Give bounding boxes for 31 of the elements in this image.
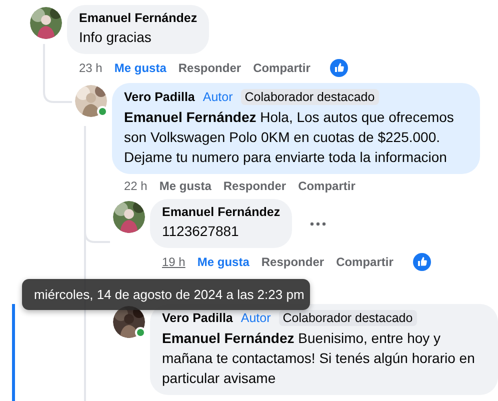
online-dot [135,327,146,338]
contributor-badge: Colaborador destacado [240,89,379,105]
comment-time[interactable]: 22 h [124,179,148,193]
author-name[interactable]: Vero Padilla [124,90,195,104]
author-label: Autor [202,90,233,104]
comment-text: Info gracias [79,28,152,47]
action-link[interactable]: Responder [261,255,324,269]
more-icon[interactable] [310,222,326,226]
thread-line [43,44,72,103]
action-link[interactable]: Compartir [253,61,310,75]
author-label: Autor [240,311,271,325]
action-link[interactable]: Compartir [336,255,394,269]
comment-text: Emanuel Fernández Hola, Los autos que ofrecemos son Volkswagen Polo 0KM en cuotas de $225.000. Dejame tu numero para enviarte toda la informacion [124,108,455,167]
action-link[interactable]: Responder [178,61,242,75]
action-link[interactable]: Compartir [298,179,356,193]
online-dot [97,106,108,117]
action-link[interactable]: Me gusta [114,61,166,75]
comment-time[interactable]: 19 h [162,255,186,269]
comment-text: 1123627881 [162,222,240,241]
author-name[interactable]: Vero Padilla [162,311,233,325]
date-tooltip: miércoles, 14 de agosto de 2024 a las 2:23 pm [22,279,310,310]
author-name[interactable]: Emanuel Fernández [79,11,198,25]
author-name[interactable]: Emanuel Fernández [162,205,280,219]
like-reaction-icon[interactable] [413,253,432,271]
action-link[interactable]: Responder [223,179,286,193]
action-link[interactable]: Me gusta [197,255,250,269]
contributor-badge: Colaborador destacado [278,310,417,326]
action-link[interactable]: Me gusta [159,179,212,193]
like-reaction-icon[interactable] [330,59,348,77]
comment-text: Emanuel Fernández Buenisimo, entre hoy y mañana te contactamos! Si tenés algún horario en particular avisame [162,329,476,388]
comment-time[interactable]: 23 h [79,61,102,75]
